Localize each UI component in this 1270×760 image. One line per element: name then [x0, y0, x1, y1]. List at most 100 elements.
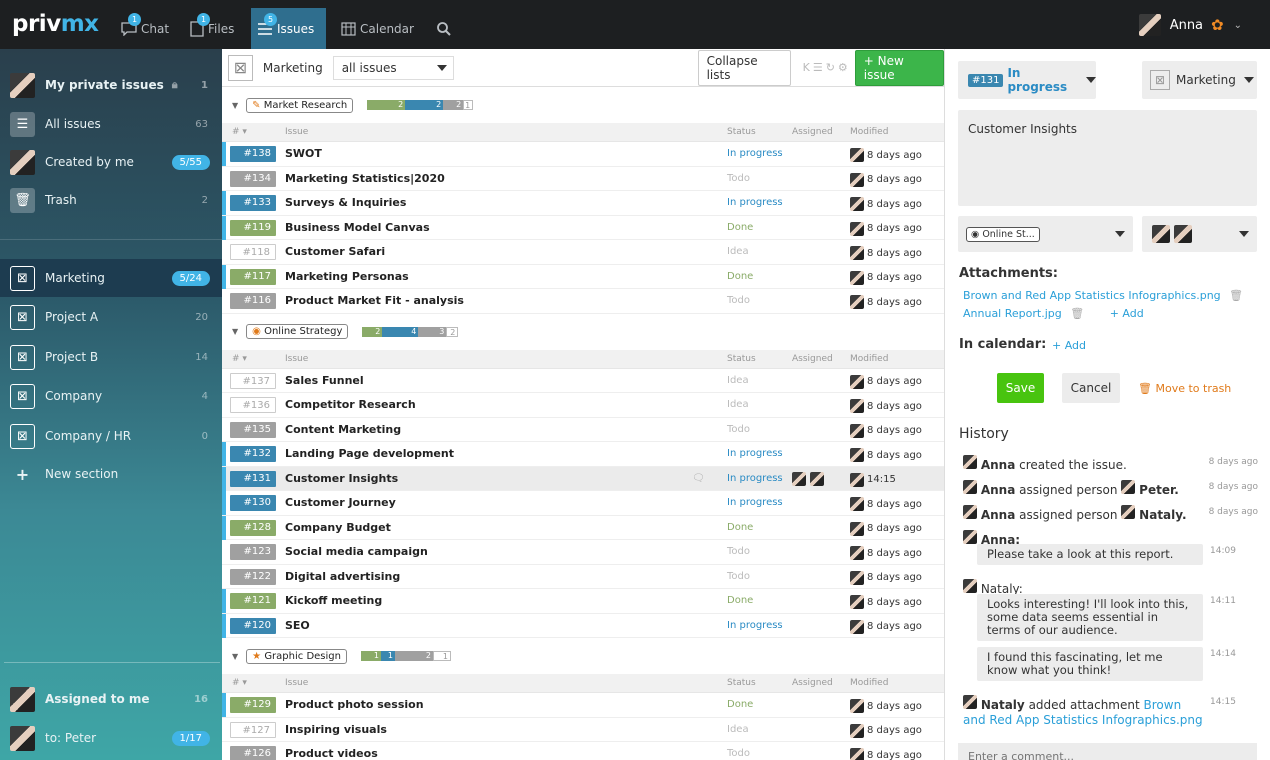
group-label[interactable]: ✎ Market Research [246, 97, 354, 113]
column-modified[interactable]: Modified [850, 354, 888, 364]
trash-icon[interactable]: 🗑︎ [1070, 307, 1084, 320]
group-header[interactable]: ▼ ◉ Online Strategy 2432 [222, 314, 944, 350]
sidebar-item-trash[interactable]: 🗑︎ Trash 2 [0, 181, 222, 219]
add-attachment-button[interactable]: + Add [1110, 307, 1144, 320]
tab-calendar[interactable]: Calendar [335, 8, 420, 49]
sidebar-item-assigned-to-me[interactable]: Assigned to me 16 [0, 680, 222, 718]
search-button[interactable] [430, 8, 462, 49]
sidebar-item-my-private-issues[interactable]: My private issues 🔒︎ 1 [0, 66, 222, 104]
group-label[interactable]: ◉ Online Strategy [246, 324, 349, 339]
issues-badge: 5 [264, 13, 277, 26]
sidebar-item-to-peter[interactable]: to: Peter 1/17 [0, 719, 222, 757]
group-label[interactable]: ★ Graphic Design [246, 648, 347, 664]
status-select[interactable]: #131 In progress [958, 61, 1096, 99]
issue-row[interactable]: #135 Content Marketing Todo 8 days ago [222, 418, 944, 442]
new-section-button[interactable]: + New section [0, 455, 222, 493]
column-modified[interactable]: Modified [850, 127, 888, 137]
tab-issues[interactable]: 5 Issues [251, 8, 326, 49]
avatar [963, 579, 977, 593]
issue-row[interactable]: #137 Sales Funnel Idea 8 days ago [222, 369, 944, 393]
list-select[interactable]: ◉ Online St... [958, 216, 1133, 252]
issue-row[interactable]: #117 Marketing Personas Done 8 days ago [222, 264, 944, 289]
issue-row[interactable]: #126 Product videos Todo 8 days ago [222, 742, 944, 760]
collapse-lists-button[interactable]: Collapse lists [697, 49, 791, 86]
collapse-toggle-icon[interactable]: ▼ [232, 327, 238, 336]
column-issue[interactable]: Issue [285, 354, 308, 364]
issue-row[interactable]: #134 Marketing Statistics|2020 Todo 8 da… [222, 167, 944, 191]
issue-row[interactable]: #129 Product photo session Done 8 days a… [222, 693, 944, 718]
group-progress-segment: 1 [463, 100, 474, 110]
save-button[interactable]: Save [997, 373, 1044, 403]
issue-row[interactable]: #132 Landing Page development In progres… [222, 442, 944, 467]
notifications-icon[interactable]: ✿ [1211, 16, 1224, 34]
comment-input[interactable] [958, 743, 1257, 760]
issue-title: Competitor Research [285, 398, 416, 411]
attachment-2[interactable]: Annual Report.jpg 🗑︎ + Add [963, 307, 1144, 320]
assignees-select[interactable] [1142, 216, 1257, 252]
issue-row[interactable]: #122 Digital advertising Todo 8 days ago [222, 565, 944, 589]
view-options-icons[interactable]: K☰↻⚙ [803, 61, 851, 74]
sidebar-item-company-hr[interactable]: ⊠ Company / HR 0 [0, 417, 222, 455]
sidebar-item-company[interactable]: ⊠ Company 4 [0, 377, 222, 415]
collapse-toggle-icon[interactable]: ▼ [232, 101, 238, 110]
caret-down-icon [1086, 77, 1096, 83]
filter-select[interactable]: all issues [332, 55, 454, 80]
modified-time: 8 days ago [867, 700, 922, 712]
issue-row[interactable]: #136 Competitor Research Idea 8 days ago [222, 393, 944, 418]
column-num[interactable]: # ▾ [232, 354, 247, 364]
sidebar-item-project-a[interactable]: ⊠ Project A 20 [0, 298, 222, 336]
section-select[interactable]: ⊠ Marketing [1142, 61, 1257, 99]
issue-row[interactable]: #138 SWOT In progress 8 days ago [222, 142, 944, 167]
attachment-1[interactable]: Brown and Red App Statistics Infographic… [963, 289, 1243, 302]
unread-marker [222, 491, 226, 515]
cancel-button[interactable]: Cancel [1062, 373, 1120, 403]
issue-row[interactable]: #121 Kickoff meeting Done 8 days ago [222, 589, 944, 614]
column-assigned[interactable]: Assigned [792, 354, 833, 364]
sidebar-item-all-issues[interactable]: ☰ All issues 63 [0, 105, 222, 143]
column-modified[interactable]: Modified [850, 678, 888, 688]
issue-number: #133 [230, 195, 276, 211]
issue-row[interactable]: #120 SEO In progress 8 days ago [222, 613, 944, 638]
issue-title: Company Budget [285, 520, 391, 534]
attachment-link[interactable]: Annual Report.jpg [963, 307, 1062, 320]
modified-time: 8 days ago [867, 247, 922, 259]
group-header[interactable]: ▼ ★ Graphic Design 1121 [222, 638, 944, 674]
tab-files[interactable]: 1 Files [184, 8, 240, 49]
unread-marker [222, 466, 226, 491]
column-issue[interactable]: Issue [285, 127, 308, 137]
column-status[interactable]: Status [727, 678, 756, 688]
group-header[interactable]: ▼ ✎ Market Research 2221 [222, 87, 944, 123]
issue-title: Customer Insights [968, 122, 1078, 136]
move-to-trash-button[interactable]: 🗑︎ Move to trash [1138, 382, 1231, 395]
column-status[interactable]: Status [727, 354, 756, 364]
issue-row[interactable]: #133 Surveys & Inquiries In progress 8 d… [222, 191, 944, 216]
new-issue-button[interactable]: + New issue [854, 49, 945, 86]
issue-title-field[interactable]: Customer Insights [958, 110, 1257, 206]
tab-chat[interactable]: 1 Chat [115, 8, 175, 49]
issue-row[interactable]: #127 Inspiring visuals Idea 8 days ago [222, 718, 944, 742]
issue-row[interactable]: #128 Company Budget Done 8 days ago [222, 515, 944, 540]
sidebar-item-marketing[interactable]: ⊠ Marketing 5/24 [0, 259, 222, 297]
collapse-toggle-icon[interactable]: ▼ [232, 652, 238, 661]
attachment-link[interactable]: Brown and Red App Statistics Infographic… [963, 289, 1221, 302]
column-status[interactable]: Status [727, 127, 756, 137]
sidebar-item-project-b[interactable]: ⊠ Project B 14 [0, 338, 222, 376]
trash-icon[interactable]: 🗑︎ [1229, 289, 1243, 302]
app-logo[interactable]: privmx [12, 11, 99, 37]
sidebar-item-created-by-me[interactable]: Created by me 5/55 [0, 143, 222, 181]
column-issue[interactable]: Issue [285, 678, 308, 688]
issue-row[interactable]: #123 Social media campaign Todo 8 days a… [222, 540, 944, 565]
issue-row[interactable]: #119 Business Model Canvas Done 8 days a… [222, 215, 944, 240]
column-assigned[interactable]: Assigned [792, 127, 833, 137]
group-progress-bars: 2221 [367, 100, 474, 110]
issue-row[interactable]: #131 Customer Insights 🗨︎ In progress 14… [222, 466, 944, 491]
issue-row[interactable]: #118 Customer Safari Idea 8 days ago [222, 240, 944, 265]
issue-row[interactable]: #116 Product Market Fit - analysis Todo … [222, 289, 944, 314]
issue-row[interactable]: #130 Customer Journey In progress 8 days… [222, 491, 944, 516]
column-num[interactable]: # ▾ [232, 127, 247, 137]
avatar [850, 546, 864, 560]
add-calendar-button[interactable]: + Add [1052, 339, 1086, 352]
column-assigned[interactable]: Assigned [792, 678, 833, 688]
user-menu[interactable]: Anna ✿ ⌄ [1138, 14, 1242, 36]
column-num[interactable]: # ▾ [232, 678, 247, 688]
